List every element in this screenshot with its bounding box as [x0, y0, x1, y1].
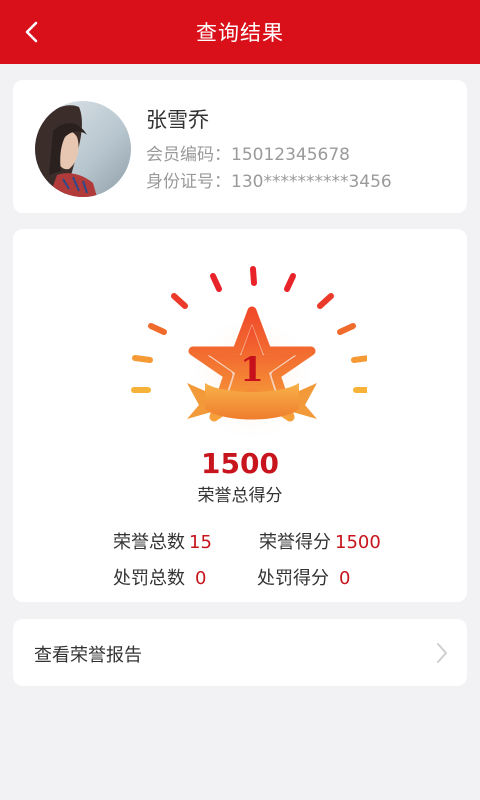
member-code: 会员编码：15012345678	[146, 145, 350, 165]
penalty-count-stat: 处罚总数 0	[113, 564, 206, 590]
penalty-count-label: 处罚总数	[113, 568, 185, 589]
total-score-label: 荣誉总得分	[197, 486, 283, 506]
page-title: 查询结果	[196, 21, 284, 45]
penalty-score-label: 处罚得分	[257, 568, 329, 589]
honor-card: 1 1500 荣誉总得分 荣誉总数 15 荣誉得分 1500 处罚总数 0 处罚得分 0	[13, 229, 467, 602]
honor-count-stat: 荣誉总数 15	[113, 528, 212, 554]
chevron-right-icon	[437, 643, 447, 663]
report-label: 查看荣誉报告	[34, 645, 142, 666]
penalty-score-stat: 处罚得分 0	[257, 564, 350, 590]
penalty-score-value: 0	[339, 568, 351, 589]
honor-count-value: 15	[189, 532, 212, 553]
star-badge-icon: 1	[131, 266, 373, 445]
member-name: 张雪乔	[146, 108, 209, 132]
chevron-left-icon	[25, 21, 38, 43]
back-button[interactable]	[14, 14, 50, 50]
honor-score-stat: 荣誉得分 1500	[259, 528, 381, 554]
id-number: 身份证号：130**********3456	[146, 172, 392, 192]
honor-score-value: 1500	[335, 532, 381, 553]
penalty-count-value: 0	[195, 568, 207, 589]
honor-score-label: 荣誉得分	[259, 532, 331, 553]
view-honor-report-button[interactable]: 查看荣誉报告	[13, 619, 467, 686]
profile-card: 张雪乔 会员编码：15012345678 身份证号：130**********3…	[13, 80, 467, 213]
avatar	[35, 101, 131, 197]
total-score: 1500	[201, 447, 279, 480]
honor-count-label: 荣誉总数	[113, 532, 185, 553]
badge-rank: 1	[240, 350, 264, 390]
app-header: 查询结果	[0, 0, 480, 64]
rank-badge: 1	[113, 259, 373, 469]
